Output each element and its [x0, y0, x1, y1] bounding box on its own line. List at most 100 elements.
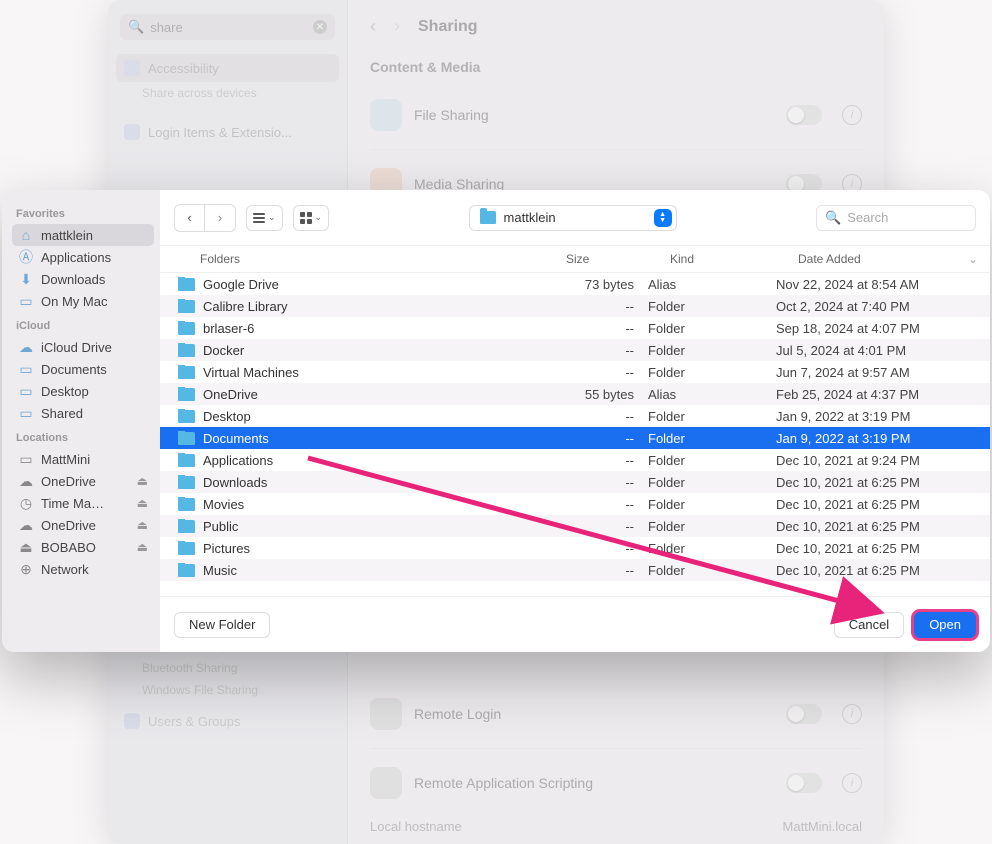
file-picker-sidebar: Favorites⌂mattkleinⒶApplications⬇Downloa… [2, 190, 160, 652]
search-input[interactable]: 🔍 Search [816, 205, 976, 231]
file-name: Desktop [203, 409, 251, 424]
file-date: Jun 7, 2024 at 9:57 AM [776, 365, 978, 380]
location-popup[interactable]: mattklein ▲▼ [469, 205, 677, 231]
file-date: Dec 10, 2021 at 9:24 PM [776, 453, 978, 468]
sidebar-item-label: Documents [41, 362, 107, 377]
sidebar-item-desktop[interactable]: ▭Desktop [12, 380, 154, 402]
eject-icon[interactable]: ⏏ [137, 474, 148, 488]
folder-icon [178, 542, 195, 555]
nav-forward-button: › [205, 205, 235, 231]
file-name: Calibre Library [203, 299, 288, 314]
file-picker-toolbar: ‹ › ⌄ ⌄ mattklein ▲▼ 🔍 Search [160, 190, 990, 246]
file-size: 55 bytes [544, 387, 648, 402]
folder-icon [178, 344, 195, 357]
file-size: -- [544, 453, 648, 468]
folder-icon [178, 564, 195, 577]
cancel-button[interactable]: Cancel [834, 612, 904, 638]
file-name: Google Drive [203, 277, 279, 292]
file-size: -- [544, 431, 648, 446]
col-folders[interactable]: Folders [200, 252, 566, 266]
cloud-icon: ☁ [18, 517, 34, 533]
file-size: -- [544, 343, 648, 358]
file-date: Dec 10, 2021 at 6:25 PM [776, 541, 978, 556]
file-name: Docker [203, 343, 244, 358]
file-date: Oct 2, 2024 at 7:40 PM [776, 299, 978, 314]
list-view-icon [253, 213, 265, 223]
folder-icon [178, 322, 195, 335]
file-row[interactable]: brlaser-6--FolderSep 18, 2024 at 4:07 PM [160, 317, 990, 339]
file-list[interactable]: Google Drive73 bytesAliasNov 22, 2024 at… [160, 273, 990, 596]
sidebar-group-header: Locations [16, 432, 150, 444]
sidebar-item-icloud-drive[interactable]: ☁iCloud Drive [12, 336, 154, 358]
file-row[interactable]: Pictures--FolderDec 10, 2021 at 6:25 PM [160, 537, 990, 559]
sidebar-item-label: MattMini [41, 452, 90, 467]
list-view-button[interactable]: ⌄ [246, 205, 283, 231]
file-kind: Folder [648, 321, 776, 336]
file-kind: Folder [648, 497, 776, 512]
file-row[interactable]: Movies--FolderDec 10, 2021 at 6:25 PM [160, 493, 990, 515]
open-button[interactable]: Open [914, 612, 976, 638]
nav-back-button[interactable]: ‹ [175, 205, 205, 231]
file-row[interactable]: Downloads--FolderDec 10, 2021 at 6:25 PM [160, 471, 990, 493]
file-date: Dec 10, 2021 at 6:25 PM [776, 519, 978, 534]
sidebar-item-label: OneDrive [41, 518, 96, 533]
grid-icon [300, 212, 312, 224]
file-kind: Alias [648, 387, 776, 402]
sidebar-item-onedrive[interactable]: ☁ OneDrive ⏏ [12, 514, 154, 536]
file-open-dialog: Favorites⌂mattkleinⒶApplications⬇Downloa… [2, 190, 990, 652]
sidebar-item-documents[interactable]: ▭Documents [12, 358, 154, 380]
sidebar-item-mattklein[interactable]: ⌂mattklein [12, 224, 154, 246]
sidebar-item-network[interactable]: ⊕ Network [12, 558, 154, 580]
file-row[interactable]: Music--FolderDec 10, 2021 at 6:25 PM [160, 559, 990, 581]
sidebar-item-mattmini[interactable]: ▭ MattMini [12, 448, 154, 470]
col-kind[interactable]: Kind [670, 252, 798, 266]
chevron-down-icon: ⌄ [315, 212, 323, 223]
file-name: OneDrive [203, 387, 258, 402]
laptop-icon: ▭ [18, 451, 34, 467]
file-row[interactable]: Applications--FolderDec 10, 2021 at 9:24… [160, 449, 990, 471]
file-kind: Alias [648, 277, 776, 292]
sidebar-item-time-ma-[interactable]: ◷ Time Ma… ⏏ [12, 492, 154, 514]
group-by-button[interactable]: ⌄ [293, 205, 330, 231]
sidebar-item-label: OneDrive [41, 474, 96, 489]
net-icon: ⊕ [18, 561, 34, 577]
file-row[interactable]: Google Drive73 bytesAliasNov 22, 2024 at… [160, 273, 990, 295]
nav-back-forward: ‹ › [174, 204, 236, 232]
col-size[interactable]: Size [566, 252, 670, 266]
eject-icon[interactable]: ⏏ [137, 540, 148, 554]
col-date[interactable]: Date Added⌄ [798, 252, 978, 266]
chevron-down-icon: ⌄ [268, 212, 276, 223]
sidebar-item-label: Time Ma… [41, 496, 104, 511]
tm-icon: ◷ [18, 495, 34, 511]
eject-icon[interactable]: ⏏ [137, 518, 148, 532]
folder-icon [178, 300, 195, 313]
file-name: Public [203, 519, 238, 534]
search-placeholder: Search [847, 210, 888, 225]
file-name: Pictures [203, 541, 250, 556]
sidebar-item-onedrive[interactable]: ☁OneDrive⏏ [12, 470, 154, 492]
file-kind: Folder [648, 475, 776, 490]
file-date: Dec 10, 2021 at 6:25 PM [776, 497, 978, 512]
file-kind: Folder [648, 541, 776, 556]
file-row[interactable]: Calibre Library--FolderOct 2, 2024 at 7:… [160, 295, 990, 317]
file-date: Dec 10, 2021 at 6:25 PM [776, 475, 978, 490]
file-kind: Folder [648, 365, 776, 380]
file-row[interactable]: Docker--FolderJul 5, 2024 at 4:01 PM [160, 339, 990, 361]
file-row[interactable]: Documents--FolderJan 9, 2022 at 3:19 PM [160, 427, 990, 449]
new-folder-button[interactable]: New Folder [174, 612, 270, 638]
eject-icon[interactable]: ⏏ [137, 496, 148, 510]
file-row[interactable]: Public--FolderDec 10, 2021 at 6:25 PM [160, 515, 990, 537]
sidebar-item-shared[interactable]: ▭Shared [12, 402, 154, 424]
sidebar-item-label: Network [41, 562, 89, 577]
sidebar-item-on-my-mac[interactable]: ▭On My Mac [12, 290, 154, 312]
folder-icon [178, 366, 195, 379]
file-name: Documents [203, 431, 269, 446]
file-row[interactable]: Desktop--FolderJan 9, 2022 at 3:19 PM [160, 405, 990, 427]
sidebar-item-label: Desktop [41, 384, 89, 399]
sidebar-item-downloads[interactable]: ⬇Downloads [12, 268, 154, 290]
sidebar-item-applications[interactable]: ⒶApplications [12, 246, 154, 268]
file-row[interactable]: OneDrive55 bytesAliasFeb 25, 2024 at 4:3… [160, 383, 990, 405]
sidebar-item-bobabo[interactable]: ⏏BOBABO⏏ [12, 536, 154, 558]
file-row[interactable]: Virtual Machines--FolderJun 7, 2024 at 9… [160, 361, 990, 383]
file-date: Jan 9, 2022 at 3:19 PM [776, 409, 978, 424]
